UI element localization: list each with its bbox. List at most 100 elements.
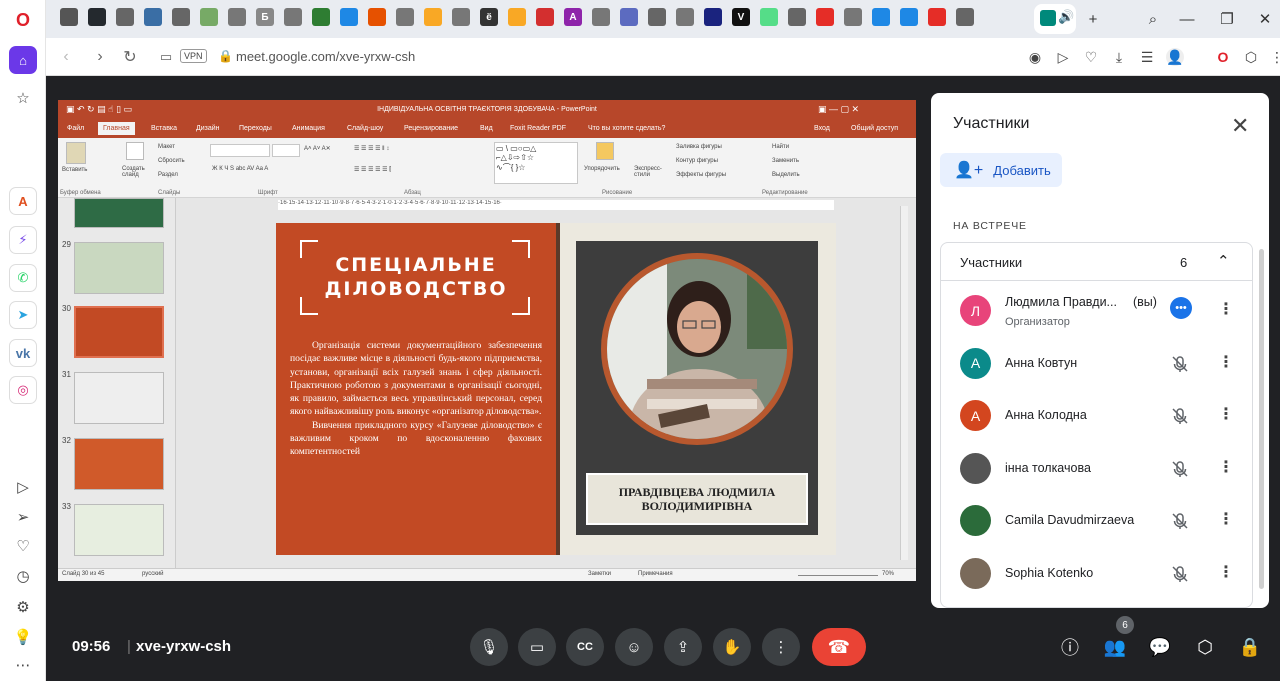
save-icon[interactable]: ▣ ↶ ↻ ▤ ☝ ▯ ▭	[66, 104, 132, 115]
menu-transitions[interactable]: Переходы	[239, 125, 272, 132]
new-tab-icon[interactable]: +	[1082, 8, 1104, 30]
search-icon[interactable]: ⌕	[1142, 8, 1164, 30]
menu-review[interactable]: Рецензирование	[404, 125, 458, 132]
participant-menu-icon[interactable]: ⋮	[1218, 562, 1234, 582]
zoom-level[interactable]: 70%	[882, 571, 894, 577]
vk-icon[interactable]: vk	[9, 339, 37, 367]
globe-icon[interactable]	[508, 8, 526, 26]
font-format-icon[interactable]: Ж К Ч S abc AV Aa A	[212, 166, 268, 172]
close-icon[interactable]: ✕	[1231, 113, 1249, 139]
menu-insert[interactable]: Вставка	[151, 125, 177, 132]
participant-menu-icon[interactable]: ⋮	[1218, 509, 1234, 529]
doc-icon[interactable]	[200, 8, 218, 26]
slide-thumbnail-selected[interactable]	[74, 306, 164, 358]
aria-icon[interactable]: A	[9, 187, 37, 215]
shapes-gallery-icon[interactable]: ▭ \ ▭○▭△ ⌐△⇩⇨⇧☆ ∿⌒{ }☆	[494, 142, 578, 184]
find-button[interactable]: Найти	[772, 144, 789, 150]
books-icon[interactable]	[760, 8, 778, 26]
chevron-up-icon[interactable]: ⌃	[1217, 252, 1230, 270]
participant-row[interactable]: А Анна Ковтун ⋮	[941, 338, 1252, 390]
bulb-icon[interactable]: 💡	[13, 627, 33, 647]
restore-icon[interactable]: ❐	[1216, 8, 1238, 30]
profile-icon[interactable]: 👤	[1166, 48, 1184, 66]
messenger-icon[interactable]: ⚡	[9, 226, 37, 254]
captions-icon[interactable]: CC	[566, 628, 604, 666]
raise-hand-icon[interactable]: ✋	[713, 628, 751, 666]
mic-off-icon[interactable]	[1170, 406, 1190, 426]
tab-favicon[interactable]	[60, 8, 78, 26]
active-tab[interactable]: 🔊	[1034, 4, 1076, 34]
participant-row[interactable]: інна толкачова ⋮	[941, 443, 1252, 495]
more-options-icon[interactable]: ⋮	[762, 628, 800, 666]
bookmark-icon[interactable]: ☆	[13, 88, 33, 108]
puzzle-icon[interactable]	[872, 8, 890, 26]
close-window-icon[interactable]: ✕	[1254, 8, 1276, 30]
section-button[interactable]: Раздел	[158, 172, 178, 178]
present-icon[interactable]: ⇪	[664, 628, 702, 666]
books-icon[interactable]	[312, 8, 330, 26]
a-icon[interactable]: A	[564, 8, 582, 26]
whatsapp-icon[interactable]: ✆	[9, 264, 37, 292]
bank-icon[interactable]	[956, 8, 974, 26]
menu-icon[interactable]: ⋮	[1268, 48, 1280, 66]
mic-off-icon[interactable]	[1170, 459, 1190, 479]
replace-button[interactable]: Заменить	[772, 158, 799, 164]
send-icon[interactable]: ➢	[13, 507, 33, 527]
home-icon[interactable]: ⌂	[9, 46, 37, 74]
quick-styles-label[interactable]: Экспресс-стили	[634, 166, 670, 178]
settings-icon[interactable]: ⚙	[13, 597, 33, 617]
menu-home[interactable]: Главная	[98, 122, 135, 135]
outline-button[interactable]: Контур фигуры	[676, 158, 718, 164]
slide-thumbnail[interactable]	[74, 198, 164, 228]
layout-button[interactable]: Макет	[158, 144, 175, 150]
menu-design[interactable]: Дизайн	[196, 125, 220, 132]
heart-icon[interactable]: ♡	[13, 536, 33, 556]
mail-icon[interactable]	[536, 8, 554, 26]
new-slide-icon[interactable]	[126, 142, 144, 160]
eu-icon[interactable]	[704, 8, 722, 26]
arrange-icon[interactable]	[596, 142, 614, 160]
menu-animation[interactable]: Анимация	[292, 125, 325, 132]
github-icon[interactable]	[88, 8, 106, 26]
bank-icon[interactable]	[788, 8, 806, 26]
language[interactable]: русский	[142, 571, 164, 577]
doc-icon[interactable]	[116, 8, 134, 26]
menu-tell-me[interactable]: Что вы хотите сделать?	[588, 125, 665, 132]
bug-icon[interactable]	[844, 8, 862, 26]
doc-icon[interactable]	[592, 8, 610, 26]
doc-icon[interactable]	[676, 8, 694, 26]
easy-setup-icon[interactable]: ☰	[1138, 48, 1156, 66]
minimize-icon[interactable]: —	[1176, 8, 1198, 30]
people-icon[interactable]: 👥	[1102, 634, 1128, 660]
reset-button[interactable]: Сбросить	[158, 158, 185, 164]
slide-thumbnail[interactable]	[74, 504, 164, 556]
participant-row[interactable]: Sophia Kotenko ⋮	[941, 548, 1252, 600]
reload-icon[interactable]: ↻	[120, 47, 140, 67]
g-icon[interactable]	[424, 8, 442, 26]
paragraph-align-icon[interactable]: ☰ ☰ ☰ ☰ ☰ ⫿	[354, 166, 391, 174]
chat-icon[interactable]: 💬	[1147, 634, 1173, 660]
slide-thumbnail[interactable]	[74, 242, 164, 294]
face-icon[interactable]	[368, 8, 386, 26]
tab-icon[interactable]: ▭	[156, 47, 176, 67]
youtube-icon[interactable]	[928, 8, 946, 26]
notes-button[interactable]: Заметки	[588, 571, 611, 577]
player-icon[interactable]: ▷	[13, 477, 33, 497]
participants-group-header[interactable]: Участники 6 ⌃	[941, 243, 1252, 281]
menu-slideshow[interactable]: Слайд-шоу	[347, 125, 383, 132]
youtube-icon[interactable]	[816, 8, 834, 26]
menu-view[interactable]: Вид	[480, 125, 493, 132]
paragraph-list-icon[interactable]: ☰ ☰ ☰ ☰ ‖ ↕	[354, 145, 389, 152]
v-icon[interactable]: V	[732, 8, 750, 26]
window-controls-icon[interactable]: ▣ — ▢ ✕	[818, 104, 859, 115]
mic-off-icon[interactable]	[1170, 354, 1190, 374]
play-icon[interactable]: ▷	[1054, 48, 1072, 66]
arrange-label[interactable]: Упорядочить	[584, 166, 620, 172]
doc-icon[interactable]	[228, 8, 246, 26]
opera-menu-icon[interactable]: O	[1214, 48, 1232, 66]
more-icon[interactable]: ⋯	[13, 655, 33, 675]
b-icon[interactable]: Б	[256, 8, 274, 26]
opera-logo-icon[interactable]: O	[13, 10, 33, 30]
menu-share[interactable]: Общий доступ	[851, 125, 898, 132]
history-icon[interactable]: ◷	[13, 566, 33, 586]
